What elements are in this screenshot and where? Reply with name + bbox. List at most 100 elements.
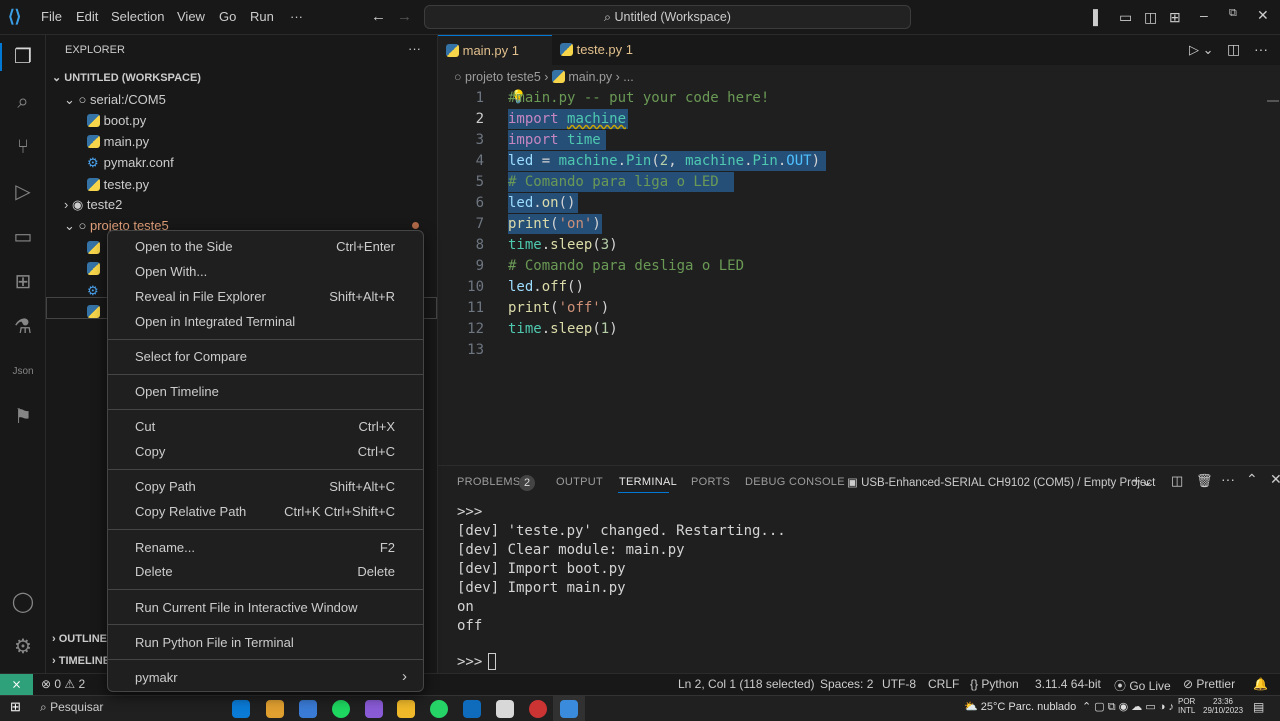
file-item[interactable]: ⚙ pymakr.conf	[87, 155, 174, 171]
menu-item-run-interactive[interactable]: Run Current File in Interactive Window	[108, 597, 423, 619]
code-line[interactable]: print('off')	[508, 300, 609, 316]
menu-item-copy[interactable]: Copy Ctrl+C	[108, 441, 423, 463]
more-actions-icon[interactable]: ···	[1254, 41, 1268, 57]
code-line[interactable]: led.off()	[508, 279, 584, 295]
menu-item-open-terminal[interactable]: Open in Integrated Terminal	[108, 311, 423, 333]
remote-indicator-icon[interactable]: ⨯	[0, 674, 33, 696]
store-icon[interactable]	[496, 700, 514, 718]
menu-item-reveal[interactable]: Reveal in File Explorer Shift+Alt+R	[108, 286, 423, 308]
new-terminal-icon[interactable]: +⌄	[1132, 472, 1153, 490]
outline-section[interactable]: › OUTLINE	[52, 633, 107, 645]
menu-item-open-to-side[interactable]: Open to the Side Ctrl+Enter	[108, 236, 423, 258]
toggle-panel-icon[interactable]: ▭	[1119, 9, 1132, 26]
file-item[interactable]: boot.py	[87, 113, 146, 128]
line-ending[interactable]: CRLF	[928, 677, 959, 691]
file-item[interactable]: teste.py	[87, 177, 149, 192]
app-icon[interactable]	[529, 700, 547, 718]
tab-problems[interactable]: PROBLEMS	[457, 476, 521, 488]
explorer-more-button[interactable]: ···	[408, 41, 421, 56]
notifications-bell-icon[interactable]: 🔔	[1253, 677, 1268, 691]
terminal-prompt[interactable]: >>>	[457, 654, 482, 670]
search-icon[interactable]: ⌕	[10, 89, 36, 115]
menu-item-open-with[interactable]: Open With...	[108, 261, 423, 283]
minimap-slider[interactable]	[1267, 100, 1279, 102]
encoding[interactable]: UTF-8	[882, 677, 916, 691]
toggle-secondary-sidebar-icon[interactable]: ◫	[1144, 9, 1157, 26]
indentation[interactable]: Spaces: 2	[820, 677, 873, 691]
code-line[interactable]: #main.py -- put your code here!	[508, 90, 769, 106]
maximize-panel-icon[interactable]: ⌃	[1246, 471, 1258, 488]
folder-serial[interactable]: ⌄ ○ serial:/COM5	[64, 92, 166, 108]
account-icon[interactable]: ◯	[10, 589, 36, 615]
timeline-section[interactable]: › TIMELINE	[52, 655, 110, 667]
menu-go[interactable]: Go	[219, 9, 236, 24]
tab-teste-py[interactable]: teste.py 1	[552, 35, 672, 65]
taskbar-search[interactable]: ⌕ Pesquisar	[40, 700, 103, 715]
tab-debug-console[interactable]: DEBUG CONSOLE	[745, 476, 845, 488]
input-language[interactable]: POR INTL	[1178, 697, 1195, 715]
breadcrumb-rest[interactable]: ...	[623, 70, 633, 84]
weather-widget[interactable]: ⛅ 25°C Parc. nublado	[964, 700, 1076, 713]
python-interpreter[interactable]: 3.11.4 64-bit	[1035, 677, 1101, 691]
errors-status[interactable]: ⊗ 0 ⚠ 2	[41, 677, 85, 691]
tab-ports[interactable]: PORTS	[691, 476, 730, 488]
outlook-icon[interactable]	[463, 700, 481, 718]
code-line[interactable]: # Comando para desliga o LED	[508, 258, 744, 274]
source-control-icon[interactable]: ⑂	[10, 134, 36, 160]
run-file-icon[interactable]: ▷ ⌄	[1189, 42, 1214, 58]
code-line[interactable]: print('on')	[508, 216, 601, 232]
split-editor-icon[interactable]: ◫	[1227, 41, 1240, 58]
settings-gear-icon[interactable]: ⚙	[10, 634, 36, 660]
folder-teste2[interactable]: › ◉ teste2	[64, 197, 122, 213]
language-mode[interactable]: {} Python	[970, 677, 1019, 691]
spotify-icon[interactable]	[332, 700, 350, 718]
cursor-position[interactable]: Ln 2, Col 1 (118 selected)	[678, 677, 815, 691]
trash-icon[interactable]: 🗑	[1196, 473, 1213, 489]
close-panel-icon[interactable]: ✕	[1270, 471, 1280, 488]
menu-file[interactable]: File	[41, 9, 62, 24]
menu-item-open-timeline[interactable]: Open Timeline	[108, 381, 423, 403]
prettier[interactable]: ⊘ Prettier	[1183, 677, 1235, 691]
workspace-header[interactable]: ⌄ UNTITLED (WORKSPACE)	[52, 71, 201, 84]
toggle-sidebar-icon[interactable]: ▌	[1093, 9, 1103, 25]
code-line[interactable]: led = machine.Pin(2, machine.Pin.OUT)	[508, 153, 820, 169]
menu-item-copy-path[interactable]: Copy Path Shift+Alt+C	[108, 476, 423, 498]
tab-main-py[interactable]: main.py 1	[438, 35, 552, 65]
customize-layout-icon[interactable]: ⊞	[1169, 9, 1181, 26]
menu-item-cut[interactable]: Cut Ctrl+X	[108, 416, 423, 438]
code-line[interactable]: time.sleep(3)	[508, 237, 618, 253]
testing-icon[interactable]: ⚗	[10, 314, 36, 340]
tab-terminal[interactable]: TERMINAL	[619, 476, 677, 488]
breadcrumb-file[interactable]: main.py	[568, 70, 612, 84]
back-arrow-icon[interactable]: ←	[371, 8, 386, 25]
code-line[interactable]: led.on()	[508, 195, 575, 211]
code-line[interactable]: time.sleep(1)	[508, 321, 618, 337]
code-line[interactable]: import machine	[508, 111, 626, 127]
command-center-search[interactable]: ⌕ Untitled (Workspace)	[424, 5, 911, 29]
menu-view[interactable]: View	[177, 9, 205, 24]
windows-start-icon[interactable]: ⊞	[10, 699, 21, 715]
terminal-selector[interactable]: ▣ USB-Enhanced-SERIAL CH9102 (COM5) / Em…	[847, 475, 1155, 489]
go-live[interactable]: ⦿ Go Live	[1114, 677, 1171, 694]
edge-icon[interactable]	[232, 700, 250, 718]
restore-icon[interactable]: ⧉	[1229, 7, 1237, 20]
remote-explorer-icon[interactable]: ▭	[10, 224, 36, 250]
json-icon[interactable]: Json	[10, 359, 36, 385]
file-explorer-icon[interactable]	[397, 700, 415, 718]
menu-item-select-compare[interactable]: Select for Compare	[108, 346, 423, 368]
menu-item-delete[interactable]: Delete Delete	[108, 561, 423, 583]
tab-output[interactable]: OUTPUT	[556, 476, 603, 488]
clock[interactable]: 23:36 29/10/2023	[1203, 697, 1243, 715]
explorer-icon[interactable]: ❐	[10, 44, 36, 70]
menu-run[interactable]: Run	[250, 9, 274, 24]
tray-icons[interactable]: ⌃ ▢ ⧉ ◉ ☁ ▭ ◑ ♪	[1082, 700, 1174, 714]
minimize-icon[interactable]: –	[1200, 7, 1208, 23]
notification-center-icon[interactable]: ▤	[1253, 700, 1264, 714]
pymakr-icon[interactable]: ⚑	[10, 404, 36, 430]
run-debug-icon[interactable]: ▷	[10, 179, 36, 205]
file-item[interactable]: main.py	[87, 134, 149, 149]
whatsapp-icon[interactable]	[430, 700, 448, 718]
menu-item-copy-relative-path[interactable]: Copy Relative Path Ctrl+K Ctrl+Shift+C	[108, 501, 423, 523]
code-line[interactable]: # Comando para liga o LED	[508, 174, 719, 190]
code-line[interactable]: import time	[508, 132, 601, 148]
